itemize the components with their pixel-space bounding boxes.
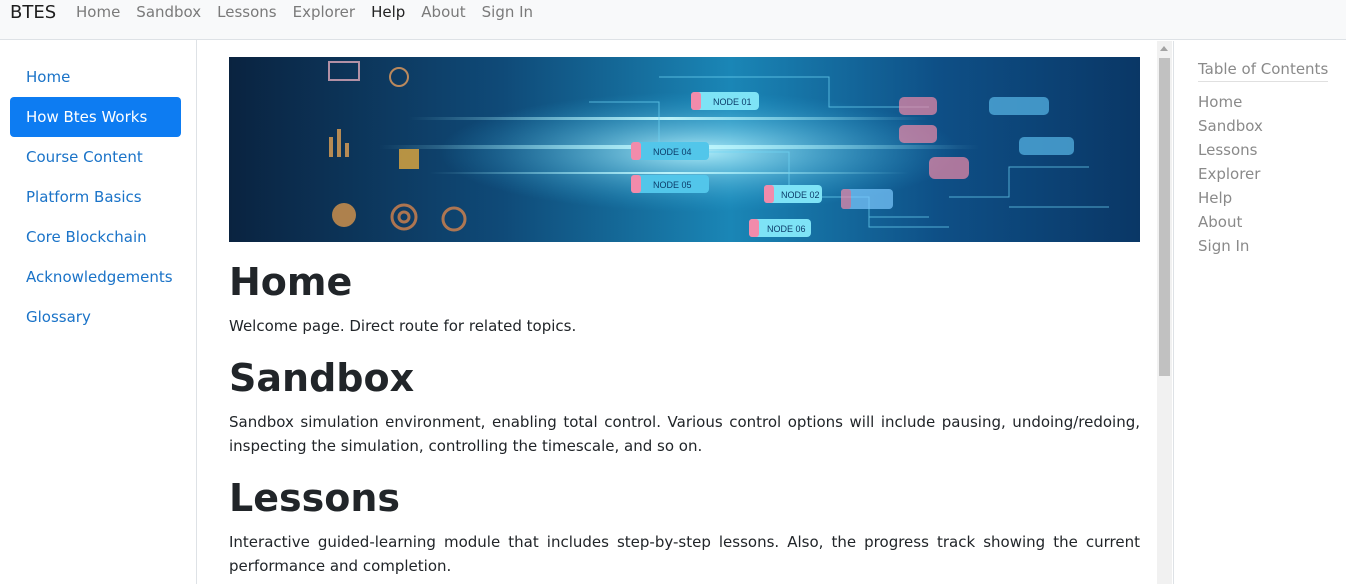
- sidebar-item-home[interactable]: Home: [10, 57, 181, 97]
- sidebar-item-platform-basics[interactable]: Platform Basics: [10, 177, 181, 217]
- hero-banner-image: NODE 01 NODE 04 NODE 05 NODE 02 NODE 06: [229, 57, 1140, 242]
- nav-links: Home Sandbox Lessons Explorer Help About…: [76, 3, 533, 21]
- section-text-home: Welcome page. Direct route for related t…: [229, 316, 577, 335]
- toc-item-explorer[interactable]: Explorer: [1198, 165, 1260, 183]
- nav-link-explorer[interactable]: Explorer: [293, 3, 355, 21]
- node-label-5: NODE 06: [767, 224, 806, 234]
- nav-link-sandbox[interactable]: Sandbox: [136, 3, 201, 21]
- vertical-scrollbar[interactable]: [1157, 41, 1172, 584]
- node-label-3: NODE 05: [653, 180, 692, 190]
- section-text-lessons: Interactive guided-learning module that …: [229, 532, 1140, 575]
- section-home: Home Welcome page. Direct route for rela…: [229, 260, 1140, 338]
- sidebar-item-core-blockchain[interactable]: Core Blockchain: [10, 217, 181, 257]
- blockchain-network-illustration: NODE 01 NODE 04 NODE 05 NODE 02 NODE 06: [328, 61, 1109, 237]
- toc-title: Table of Contents: [1198, 60, 1329, 82]
- node-label-2: NODE 04: [653, 147, 692, 157]
- sidebar-item-how-btes-works[interactable]: How Btes Works: [10, 97, 181, 137]
- toc-item-sign-in[interactable]: Sign In: [1198, 237, 1249, 255]
- nav-link-lessons[interactable]: Lessons: [217, 3, 276, 21]
- sidebar-item-glossary[interactable]: Glossary: [10, 297, 181, 337]
- node-label-4: NODE 02: [781, 190, 820, 200]
- section-title-sandbox: Sandbox: [229, 356, 415, 400]
- top-navbar: BTES Home Sandbox Lessons Explorer Help …: [0, 0, 1346, 40]
- toc-item-help[interactable]: Help: [1198, 189, 1232, 207]
- toc-item-home[interactable]: Home: [1198, 93, 1242, 111]
- section-sandbox: Sandbox Sandbox simulation environment, …: [229, 356, 1140, 458]
- toc-item-about[interactable]: About: [1198, 213, 1242, 231]
- nav-link-about[interactable]: About: [421, 3, 465, 21]
- brand-logo[interactable]: BTES: [10, 2, 56, 23]
- scroll-up-arrow-icon[interactable]: [1160, 46, 1168, 51]
- nav-link-help[interactable]: Help: [371, 3, 405, 21]
- sidebar: Home How Btes Works Course Content Platf…: [0, 40, 197, 584]
- section-lessons: Lessons Interactive guided-learning modu…: [229, 476, 1140, 578]
- toc-item-sandbox[interactable]: Sandbox: [1198, 117, 1263, 135]
- section-title-lessons: Lessons: [229, 476, 400, 520]
- sidebar-item-acknowledgements[interactable]: Acknowledgements: [10, 257, 181, 297]
- nav-link-home[interactable]: Home: [76, 3, 120, 21]
- sidebar-item-course-content[interactable]: Course Content: [10, 137, 181, 177]
- nav-link-sign-in[interactable]: Sign In: [482, 3, 533, 21]
- scrollbar-thumb[interactable]: [1159, 58, 1170, 376]
- section-text-sandbox: Sandbox simulation environment, enabling…: [229, 412, 1140, 455]
- table-of-contents: Table of Contents Home Sandbox Lessons E…: [1173, 41, 1346, 584]
- section-title-home: Home: [229, 260, 353, 304]
- toc-item-lessons[interactable]: Lessons: [1198, 141, 1257, 159]
- node-label-1: NODE 01: [713, 97, 752, 107]
